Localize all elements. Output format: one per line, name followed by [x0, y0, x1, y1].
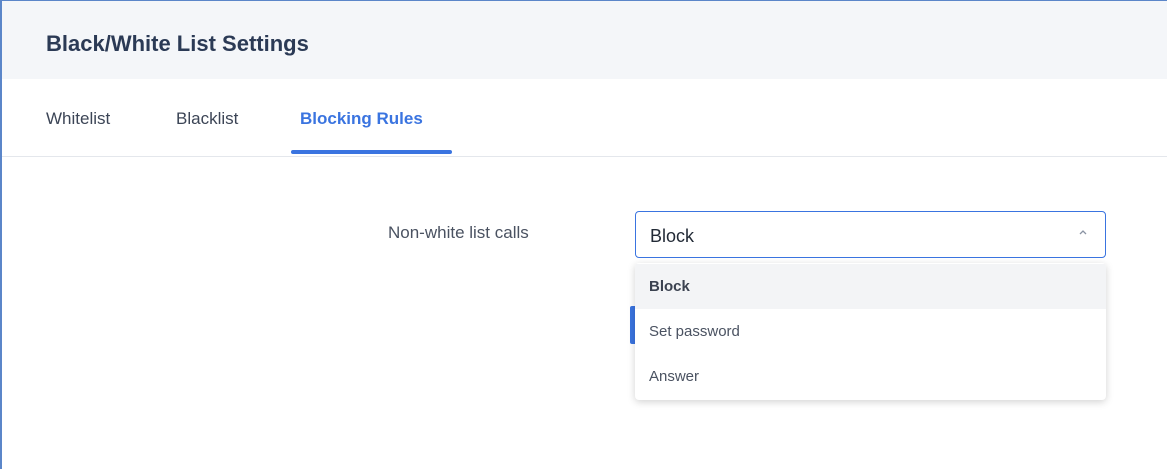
- option-block[interactable]: Block: [635, 264, 1106, 309]
- tab-whitelist[interactable]: Whitelist: [46, 109, 110, 129]
- tab-blocking-rules[interactable]: Blocking Rules: [300, 109, 423, 129]
- non-white-list-calls-label: Non-white list calls: [388, 223, 529, 242]
- option-set-password[interactable]: Set password: [635, 309, 1106, 354]
- option-answer[interactable]: Answer: [635, 354, 1106, 399]
- select-dropdown-menu: Block Set password Answer: [635, 263, 1106, 400]
- tab-bar: Whitelist Blacklist Blocking Rules: [2, 79, 1167, 157]
- active-tab-indicator: [291, 150, 452, 154]
- select-value: Block: [650, 226, 695, 246]
- page-header: Black/White List Settings: [2, 1, 1167, 79]
- non-white-list-calls-select[interactable]: Block: [635, 211, 1106, 258]
- settings-window: Black/White List Settings Whitelist Blac…: [0, 0, 1167, 469]
- tab-blacklist[interactable]: Blacklist: [176, 109, 238, 129]
- page-title: Black/White List Settings: [46, 31, 309, 56]
- chevron-up-icon: [1079, 230, 1087, 235]
